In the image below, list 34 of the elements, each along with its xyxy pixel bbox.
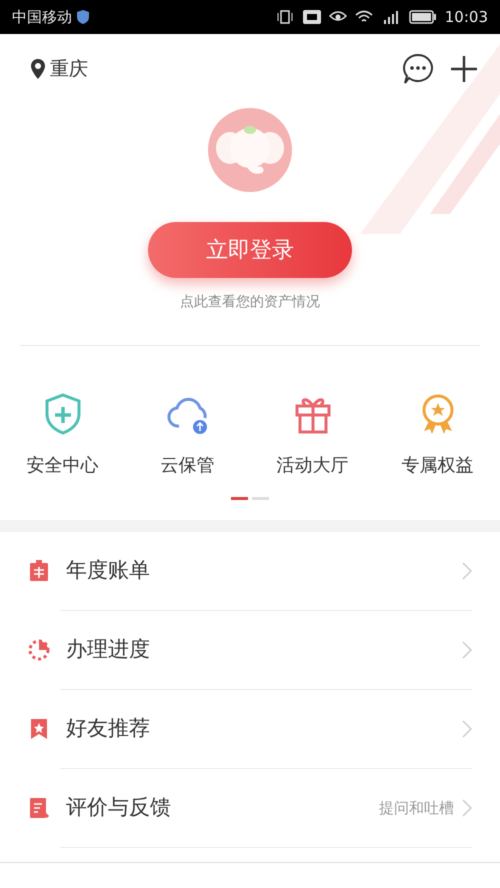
carrier-name: 中国移动 <box>12 6 72 28</box>
menu-item[interactable]: 评价与反馈 提问和吐槽 <box>0 769 500 847</box>
vibrate-icon <box>274 9 295 25</box>
feedback-document-icon <box>28 796 50 820</box>
login-button[interactable]: 立即登录 <box>148 222 352 278</box>
menu-item[interactable]: 年度账单 <box>0 532 500 610</box>
wifi-icon <box>354 10 373 24</box>
menu-item[interactable]: 办理进度 <box>0 611 500 689</box>
shortcut-label[interactable]: 云保管 <box>160 452 214 479</box>
progress-pie-icon <box>28 638 50 662</box>
chevron-right-icon <box>462 641 472 659</box>
menu-label: 好友推荐 <box>66 715 150 742</box>
menu-note: 提问和吐槽 <box>379 798 454 819</box>
clock-time: 10:03 <box>444 6 488 28</box>
chevron-right-icon <box>462 720 472 738</box>
chat-bubble-icon[interactable] <box>402 53 434 85</box>
location-label[interactable]: 重庆 <box>50 54 88 84</box>
location-pin-icon <box>30 58 46 80</box>
plus-icon[interactable] <box>450 55 478 83</box>
menu-item[interactable]: 好友推荐 <box>0 690 500 768</box>
battery-icon <box>408 10 437 24</box>
login-hint[interactable]: 点此查看您的资产情况 <box>180 292 320 313</box>
menu-label: 评价与反馈 <box>66 794 171 822</box>
menu-label: 办理进度 <box>66 636 150 664</box>
chevron-right-icon <box>462 799 472 817</box>
bookmark-star-icon <box>28 717 50 741</box>
shortcut-label[interactable]: 安全中心 <box>26 452 98 479</box>
calendar-icon <box>28 559 50 583</box>
shield-icon <box>76 9 90 25</box>
menu-label: 年度账单 <box>66 557 150 584</box>
shortcut-label[interactable]: 活动大厅 <box>276 452 348 479</box>
hd-icon <box>302 10 321 24</box>
chevron-right-icon <box>462 562 472 580</box>
shortcut-label[interactable]: 专属权益 <box>402 452 474 479</box>
